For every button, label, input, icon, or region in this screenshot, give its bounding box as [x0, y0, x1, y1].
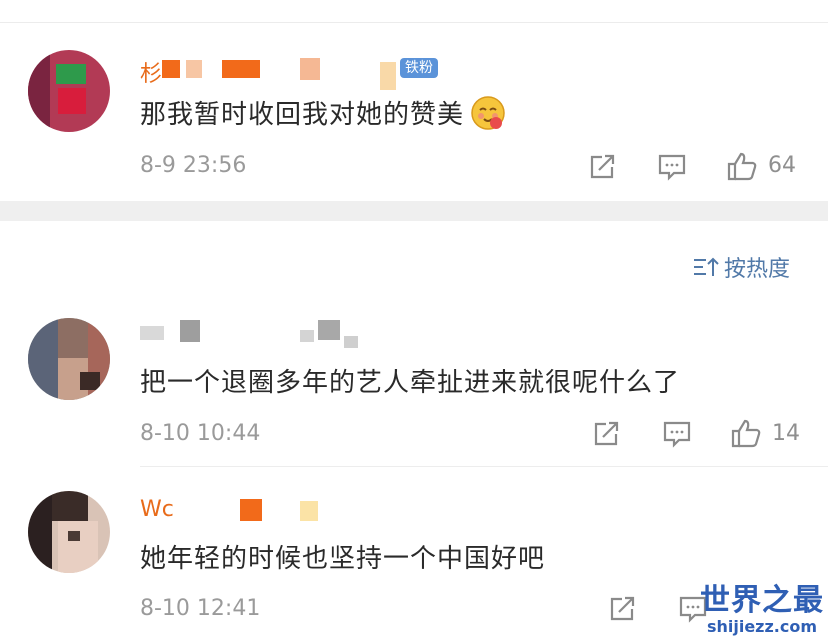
- username-redacted: [300, 501, 318, 521]
- watermark-logo: 世界之最 shijiezz.com: [700, 584, 824, 640]
- username-redacted: [222, 60, 260, 78]
- username[interactable]: Wc: [140, 497, 174, 522]
- username[interactable]: 杉: [140, 56, 162, 88]
- username-redacted: [162, 60, 180, 78]
- section-separator: [0, 201, 828, 221]
- avatar[interactable]: [28, 50, 110, 132]
- username-redacted: [344, 336, 358, 348]
- share-icon[interactable]: [588, 153, 618, 181]
- like-count: 64: [768, 153, 796, 178]
- avatar[interactable]: [28, 318, 110, 400]
- top-divider: [0, 0, 828, 23]
- sort-icon: [692, 255, 720, 279]
- username-redacted: [240, 499, 262, 521]
- comment-text-row: 那我暂时收回我对她的赞美: [140, 94, 506, 131]
- fan-badge: 铁粉: [400, 58, 438, 78]
- watermark-title: 世界之最: [700, 583, 824, 618]
- emoji-icon: [470, 95, 506, 131]
- comment-time: 8-9 23:56: [140, 153, 247, 178]
- share-icon[interactable]: [608, 595, 638, 623]
- sort-toggle[interactable]: 按热度: [692, 251, 790, 283]
- comment-time: 8-10 10:44: [140, 421, 261, 446]
- comment-text: 把一个退圈多年的艺人牵扯进来就很呢什么了: [140, 368, 681, 398]
- username-redacted: [180, 320, 200, 342]
- comment-text: 她年轻的时候也坚持一个中国好吧: [140, 544, 546, 574]
- watermark-url: shijiezz.com: [706, 617, 818, 636]
- username-redacted: [140, 326, 164, 340]
- like-icon[interactable]: [726, 151, 757, 181]
- like-icon[interactable]: [730, 418, 761, 448]
- username-redacted: [300, 330, 314, 342]
- comment-icon[interactable]: [657, 153, 687, 181]
- comment-1: 杉 铁粉 那我暂时收回我对她的赞美 8-9 23:56 64: [0, 22, 828, 201]
- comment-icon[interactable]: [662, 420, 692, 448]
- username-redacted: [186, 60, 202, 78]
- sort-label: 按热度: [724, 257, 791, 282]
- share-icon[interactable]: [592, 420, 622, 448]
- comment-text: 那我暂时收回我对她的赞美: [140, 100, 465, 130]
- comment-time: 8-10 12:41: [140, 596, 261, 621]
- username-redacted: [300, 58, 320, 80]
- username-redacted: [380, 62, 396, 90]
- comment-2: 把一个退圈多年的艺人牵扯进来就很呢什么了 8-10 10:44 14: [0, 300, 828, 466]
- username-redacted: [318, 320, 340, 340]
- avatar[interactable]: [28, 491, 110, 573]
- like-count: 14: [772, 421, 800, 446]
